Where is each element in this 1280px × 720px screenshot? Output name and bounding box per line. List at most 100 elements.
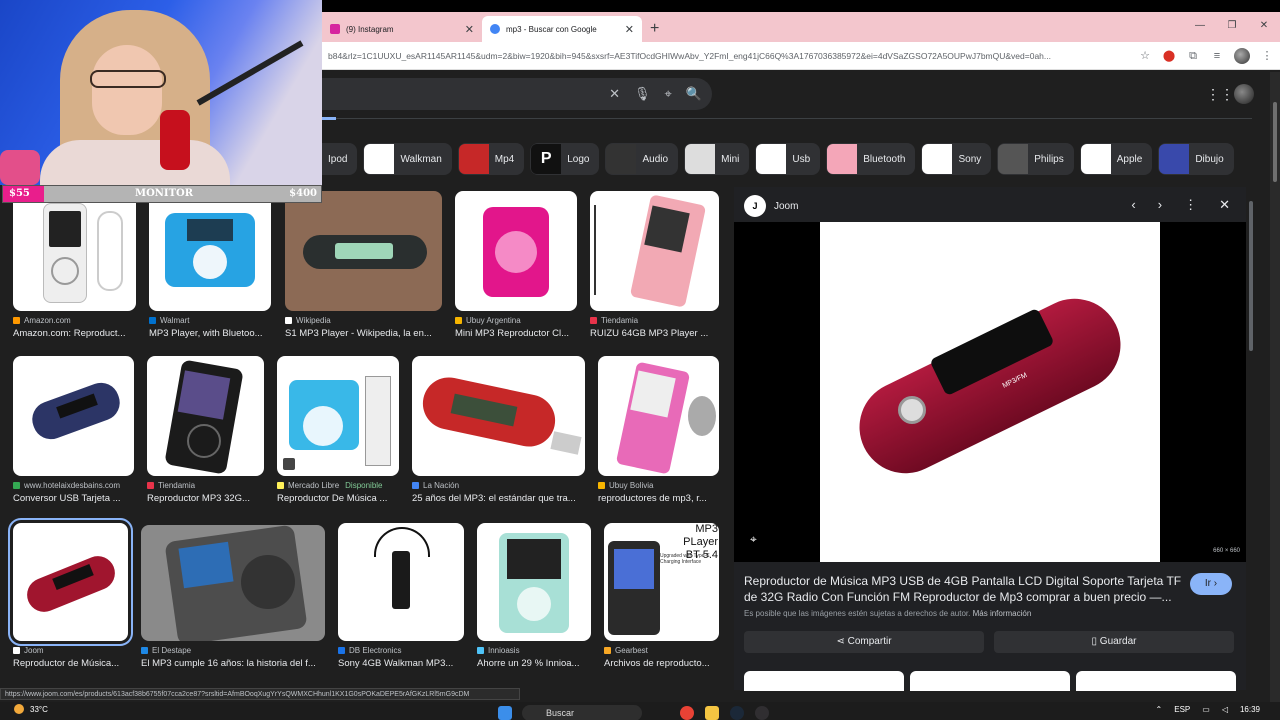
lens-icon[interactable]: ⌖ [664, 86, 671, 102]
preview-title[interactable]: Reproductor de Música MP3 USB de 4GB Pan… [744, 573, 1184, 605]
network-icon[interactable]: ▭ [1202, 705, 1210, 714]
result-title[interactable]: Sony 4GB Walkman MP3... [338, 658, 464, 669]
result-image[interactable] [477, 523, 591, 641]
bookmark-star-icon[interactable]: ☆ [1138, 49, 1152, 63]
result-card[interactable]: Ubuy Argentina Mini MP3 Reproductor Cl..… [455, 191, 577, 339]
prev-icon[interactable]: ‹ [1131, 197, 1135, 213]
chip-mini[interactable]: Mini [684, 143, 750, 175]
chip-bluetooth[interactable]: Bluetooth [826, 143, 916, 175]
search-box[interactable]: ✕ 🎙 ⌖ 🔍 [322, 78, 712, 110]
extensions-puzzle-icon[interactable]: ⧉ [1186, 49, 1200, 63]
share-button[interactable]: ⋖ Compartir [744, 631, 984, 653]
chip-ipod[interactable]: Ipod [322, 143, 358, 175]
clear-search-icon[interactable]: ✕ [609, 86, 620, 102]
close-window-icon[interactable]: ✕ [1248, 12, 1280, 42]
result-title[interactable]: Reproductor De Música ... [277, 493, 399, 504]
result-card[interactable]: Tiendamia RUIZU 64GB MP3 Player ... [590, 191, 719, 339]
result-title[interactable]: Archivos de reproducto... [604, 658, 719, 669]
result-title[interactable]: reproductores de mp3, r... [598, 493, 719, 504]
related-image[interactable] [910, 671, 1070, 691]
close-tab-icon[interactable]: ✕ [625, 23, 634, 36]
site-name[interactable]: Joom [774, 201, 798, 212]
chip-philips[interactable]: Philips [997, 143, 1074, 175]
panel-scrollbar[interactable] [1248, 187, 1254, 690]
clock[interactable]: 16:39 [1240, 705, 1260, 714]
result-image[interactable] [13, 356, 134, 476]
result-card[interactable]: Wikipedia S1 MP3 Player - Wikipedia, la … [285, 191, 442, 339]
chip-audio[interactable]: Audio [605, 143, 679, 175]
result-image[interactable] [285, 191, 442, 311]
result-card[interactable]: DB Electronics Sony 4GB Walkman MP3... [338, 523, 464, 669]
tray-chevron-icon[interactable]: ⌃ [1156, 705, 1163, 714]
windows-start-icon[interactable] [498, 706, 512, 720]
result-title[interactable]: MP3 Player, with Bluetoo... [149, 328, 271, 339]
chip-apple[interactable]: Apple [1079, 143, 1153, 175]
visit-button[interactable]: Ir › [1190, 573, 1232, 595]
page-scrollbar[interactable] [1270, 72, 1280, 702]
result-title[interactable]: Mini MP3 Reproductor Cl... [455, 328, 577, 339]
chip-sony[interactable]: Sony [921, 143, 992, 175]
result-image[interactable] [590, 191, 719, 311]
close-icon[interactable]: ✕ [1219, 197, 1230, 213]
chip-mp4[interactable]: Mp4 [457, 143, 525, 175]
result-title[interactable]: RUIZU 64GB MP3 Player ... [590, 328, 719, 339]
result-title[interactable]: Ahorre un 29 % Innioa... [477, 658, 591, 669]
result-image[interactable] [277, 356, 399, 476]
result-image[interactable] [412, 356, 585, 476]
search-icon[interactable]: 🔍 [686, 86, 702, 102]
result-card[interactable]: La Nación 25 años del MP3: el estándar q… [412, 356, 585, 504]
result-image[interactable] [141, 525, 325, 641]
result-title[interactable]: Reproductor de Música... [13, 658, 128, 669]
result-image[interactable] [8, 518, 133, 646]
extension-icon[interactable]: ⬤ [1162, 49, 1176, 63]
minimize-icon[interactable]: — [1184, 12, 1216, 42]
google-account-avatar[interactable] [1234, 84, 1254, 104]
obs-icon[interactable] [755, 706, 769, 720]
reading-list-icon[interactable]: ≡ [1210, 49, 1224, 63]
result-image[interactable] [13, 191, 136, 311]
new-tab-button[interactable]: + [650, 16, 659, 42]
result-title[interactable]: El MP3 cumple 16 años: la historia del f… [141, 658, 325, 669]
result-card-selected[interactable]: Joom Reproductor de Música... [8, 518, 133, 669]
lens-search-icon[interactable]: ⌖ [750, 532, 757, 547]
result-card[interactable]: El Destape El MP3 cumple 16 años: la his… [141, 525, 325, 669]
folder-icon[interactable] [705, 706, 719, 720]
more-options-icon[interactable]: ⋮ [1184, 197, 1197, 213]
result-image[interactable] [338, 523, 464, 641]
more-info-link[interactable]: Más información [973, 609, 1032, 618]
language-indicator[interactable]: ESP [1174, 705, 1190, 714]
result-title[interactable]: Reproductor MP3 32G... [147, 493, 264, 504]
result-title[interactable]: S1 MP3 Player - Wikipedia, la en... [285, 328, 442, 339]
result-title[interactable]: Conversor USB Tarjeta ... [13, 493, 134, 504]
result-image[interactable] [598, 356, 719, 476]
result-card[interactable]: Walmart MP3 Player, with Bluetoo... [149, 191, 271, 339]
related-image[interactable] [1076, 671, 1236, 691]
save-button[interactable]: ▯ Guardar [994, 631, 1234, 653]
result-card[interactable]: Innioasis Ahorre un 29 % Innioa... [477, 523, 591, 669]
chrome-icon[interactable] [680, 706, 694, 720]
scrollbar-thumb[interactable] [1273, 102, 1277, 182]
scrollbar-thumb[interactable] [1249, 201, 1253, 351]
next-icon[interactable]: › [1158, 197, 1162, 213]
result-image[interactable] [455, 191, 577, 311]
result-card[interactable]: www.hotelaixdesbains.com Conversor USB T… [13, 356, 134, 504]
weather-widget[interactable]: 33°C [14, 704, 48, 714]
volume-icon[interactable]: ◁ [1222, 705, 1228, 714]
result-title[interactable]: 25 años del MP3: el estándar que tra... [412, 493, 585, 504]
result-card[interactable]: Ubuy Bolivia reproductores de mp3, r... [598, 356, 719, 504]
tab-google-search[interactable]: mp3 - Buscar con Google ✕ [482, 16, 642, 42]
result-card[interactable]: Amazon.com Amazon.com: Reproduct... [13, 191, 136, 339]
chip-logo[interactable]: P Logo [530, 143, 600, 175]
chip-usb[interactable]: Usb [755, 143, 821, 175]
result-card[interactable]: MP3 PLayer BT 5.4 Upgraded with Type-C C… [604, 523, 719, 669]
result-image[interactable] [149, 191, 271, 311]
microphone-icon[interactable]: 🎙 [634, 86, 651, 102]
steam-icon[interactable] [730, 706, 744, 720]
chip-walkman[interactable]: Walkman [363, 143, 452, 175]
result-title[interactable]: Amazon.com: Reproduct... [13, 328, 136, 339]
profile-avatar[interactable] [1234, 47, 1250, 64]
more-menu-icon[interactable]: ⋮ [1260, 49, 1274, 63]
chip-dibujo[interactable]: Dibujo [1158, 143, 1234, 175]
preview-image[interactable]: DIGITAL MP3 PLAYER MP3/FM ⌖ 660 × 660 [734, 222, 1246, 562]
result-image[interactable]: MP3 PLayer BT 5.4 Upgraded with Type-C C… [604, 523, 719, 641]
